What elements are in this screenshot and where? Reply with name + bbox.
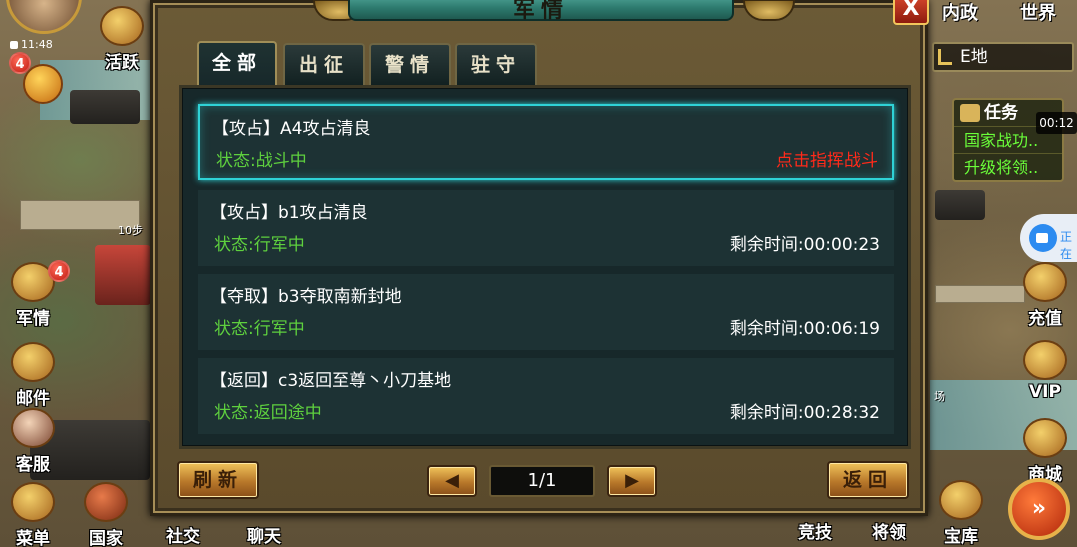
menu-label: 菜单	[16, 529, 50, 547]
city-wall-right	[935, 285, 1025, 303]
intel-row[interactable]: 【攻占】A4攻占清良 状态:战斗中 点击指挥战斗	[198, 104, 894, 180]
clock: 11:48	[10, 38, 53, 51]
record-label: 正在	[1060, 230, 1073, 261]
location-pin-icon	[938, 49, 952, 65]
intel-row-title: 【夺取】b3夺取南新封地	[210, 287, 402, 307]
refresh-button[interactable]: 刷新	[177, 461, 259, 499]
social-button[interactable]: 社交	[155, 522, 211, 547]
country-button[interactable]: 国家	[78, 482, 134, 547]
pagoda	[95, 245, 151, 305]
screen-record-bubble[interactable]: 正在	[1020, 214, 1077, 262]
world-button[interactable]: 世界	[1020, 0, 1056, 32]
coordinate-text: E地	[960, 47, 988, 67]
task-title: 任务	[984, 103, 1018, 123]
back-button[interactable]: 返回	[827, 461, 909, 499]
social-label: 社交	[166, 527, 200, 547]
coordinate-box[interactable]: E地	[932, 42, 1074, 72]
collapse-menu-button[interactable]: »	[1008, 478, 1070, 540]
arrow-left-icon: ◀	[445, 470, 459, 491]
intel-row-status: 状态:战斗中	[216, 151, 307, 171]
next-page-button[interactable]: ▶	[607, 465, 657, 497]
arrow-right-icon: ▶	[625, 470, 639, 491]
shop-button[interactable]: 商城	[1016, 418, 1074, 485]
close-button[interactable]: X	[893, 0, 929, 25]
page-indicator: 1/1	[489, 465, 595, 497]
gold-coins-icon	[1023, 262, 1067, 302]
intel-row-title: 【攻占】b1攻占清良	[210, 203, 368, 223]
screen-record-timer: 00:12	[1036, 112, 1077, 134]
vip-button[interactable]: VIP	[1016, 340, 1074, 402]
chat-label: 聊天	[247, 527, 281, 547]
country-label: 国家	[89, 529, 123, 547]
mail-button[interactable]: 邮件	[6, 342, 60, 409]
intel-row-title: 【攻占】A4攻占清良	[212, 119, 371, 139]
intel-row[interactable]: 【返回】c3返回至尊丶小刀基地 状态:返回途中 剩余时间:00:28:32	[198, 358, 894, 434]
recharge-button[interactable]: 充值	[1016, 262, 1074, 329]
command-battle-link[interactable]: 点击指挥战斗	[776, 146, 878, 171]
military-badge: 4	[48, 260, 70, 282]
tab-garrison[interactable]: 驻守	[455, 43, 537, 85]
military-intel-dialog: 军情 X 全部 出征 警情 驻守 【攻占】A4攻占清良 状态:战斗中 点击指挥战…	[150, 0, 929, 516]
arena-button[interactable]: 竞技	[786, 518, 844, 543]
treasure-box-icon	[939, 480, 983, 520]
recharge-label: 充值	[1028, 309, 1062, 329]
building-roof	[70, 90, 140, 124]
intel-row-remaining-time: 剩余时间:00:06:19	[729, 319, 880, 339]
menu-icon	[11, 482, 55, 522]
dialog-title: 军情	[348, 0, 734, 23]
hut-roof	[935, 190, 985, 220]
activity-label: 活跃	[105, 53, 139, 73]
tab-alert[interactable]: 警情	[369, 43, 451, 85]
intel-row-status: 状态:行军中	[214, 319, 305, 339]
tab-all[interactable]: 全部	[197, 41, 277, 87]
scroll-mail-icon	[11, 342, 55, 382]
intel-row-remaining-time: 剩余时间:00:00:23	[729, 235, 880, 255]
vip-label: VIP	[1029, 382, 1061, 402]
step-label: 10步	[118, 224, 143, 237]
title-ornament-right	[743, 0, 795, 21]
service-label: 客服	[16, 455, 50, 475]
mail-label: 邮件	[16, 389, 50, 409]
military-label: 军情	[16, 309, 50, 329]
intel-row-remaining-time: 剩余时间:00:28:32	[729, 403, 880, 423]
arena-label: 竞技	[798, 523, 832, 543]
clock-text: 11:48	[21, 38, 53, 51]
task-line[interactable]: 升级将领..	[954, 153, 1062, 180]
internal-affairs-button[interactable]: 内政	[942, 0, 978, 32]
intel-row[interactable]: 【攻占】b1攻占清良 状态:行军中 剩余时间:00:00:23	[198, 190, 894, 266]
intel-row-status: 状态:行军中	[214, 235, 305, 255]
generals-label: 将领	[872, 523, 906, 543]
prev-page-button[interactable]: ◀	[427, 465, 477, 497]
menu-button[interactable]: 菜单	[6, 482, 60, 547]
treasure-chest-icon	[100, 6, 144, 46]
tab-expedition[interactable]: 出征	[283, 43, 365, 85]
task-scroll-icon	[960, 104, 980, 122]
chat-button[interactable]: 聊天	[236, 522, 292, 547]
clock-icon	[10, 41, 18, 49]
intel-row[interactable]: 【夺取】b3夺取南新封地 状态:行军中 剩余时间:00:06:19	[198, 274, 894, 350]
generals-button[interactable]: 将领	[860, 518, 918, 543]
gold-ingots-icon	[1023, 418, 1067, 458]
camera-icon	[1029, 224, 1057, 252]
task-panel[interactable]: 任务 国家战功.. 升级将领..	[952, 98, 1064, 182]
activity-button[interactable]: 活跃	[94, 6, 150, 73]
customer-service-button[interactable]: 客服	[6, 408, 60, 475]
intel-row-status: 状态:返回途中	[214, 403, 322, 423]
service-girl-icon	[11, 408, 55, 448]
treasury-button[interactable]: 宝库	[932, 480, 990, 547]
palace-icon	[84, 482, 128, 522]
double-arrow-icon: »	[1031, 496, 1047, 521]
field-label: 场	[934, 390, 945, 403]
intel-row-title: 【返回】c3返回至尊丶小刀基地	[210, 371, 452, 391]
vip-badge-icon	[1023, 340, 1067, 380]
gift-icon[interactable]	[23, 64, 63, 104]
treasury-label: 宝库	[944, 527, 978, 547]
intel-list-panel: 【攻占】A4攻占清良 状态:战斗中 点击指挥战斗 【攻占】b1攻占清良 状态:行…	[179, 85, 911, 449]
